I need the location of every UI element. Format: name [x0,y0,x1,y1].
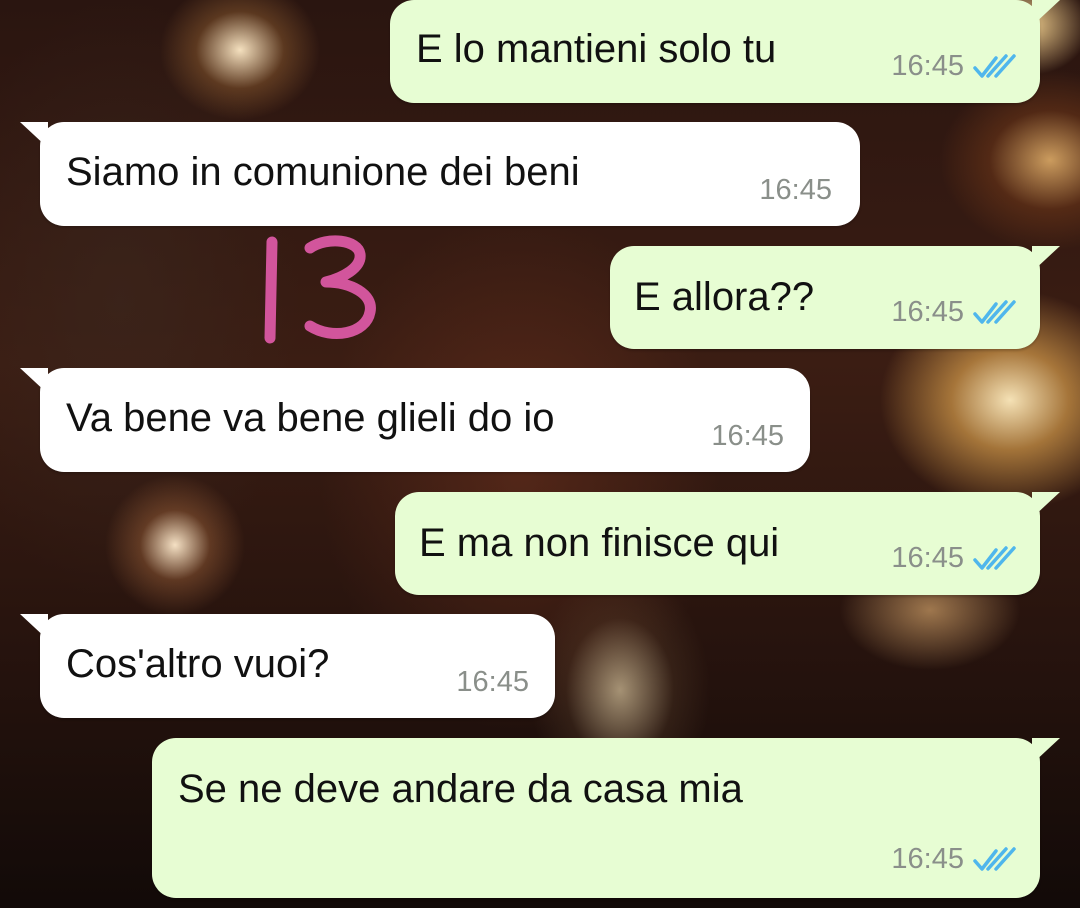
message-timestamp: 16:45 [891,296,964,328]
message-timestamp: 16:45 [711,420,784,452]
message-text: E ma non finisce qui [419,521,780,565]
message-text: Se ne deve andare da casa mia [178,767,743,811]
message-meta: 16:45 [891,296,1016,329]
message-meta: 16:45 [711,420,784,453]
message-text: E lo mantieni solo tu [416,27,777,71]
message-timestamp: 16:45 [891,843,964,875]
message-timestamp: 16:45 [891,50,964,82]
message-text: Va bene va bene glieli do io [66,396,555,440]
message-timestamp: 16:45 [456,666,529,698]
incoming-message-bubble[interactable]: Siamo in comunione dei beni 16:45 [20,122,860,226]
incoming-message-bubble[interactable]: Va bene va bene glieli do io 16:45 [20,368,810,472]
read-double-check-icon [973,545,1016,570]
read-double-check-icon [973,846,1016,871]
read-double-check-icon [973,299,1016,324]
message-timestamp: 16:45 [759,174,832,206]
message-text: E allora?? [634,275,815,319]
message-meta: 16:45 [891,843,1016,876]
message-text: Cos'altro vuoi? [66,642,330,686]
message-text: Siamo in comunione dei beni [66,150,580,194]
outgoing-message-bubble[interactable]: Se ne deve andare da casa mia 16:45 [152,738,1060,898]
read-double-check-icon [973,53,1016,78]
message-meta: 16:45 [891,50,1016,83]
outgoing-message-bubble[interactable]: E lo mantieni solo tu 16:45 [390,0,1060,103]
handwritten-annotation [264,235,376,344]
incoming-message-bubble[interactable]: Cos'altro vuoi? 16:45 [20,614,555,718]
outgoing-message-bubble[interactable]: E allora?? 16:45 [610,246,1060,349]
outgoing-message-bubble[interactable]: E ma non finisce qui 16:45 [395,492,1060,595]
message-meta: 16:45 [891,542,1016,575]
message-meta: 16:45 [759,174,832,207]
message-timestamp: 16:45 [891,542,964,574]
message-meta: 16:45 [456,666,529,699]
